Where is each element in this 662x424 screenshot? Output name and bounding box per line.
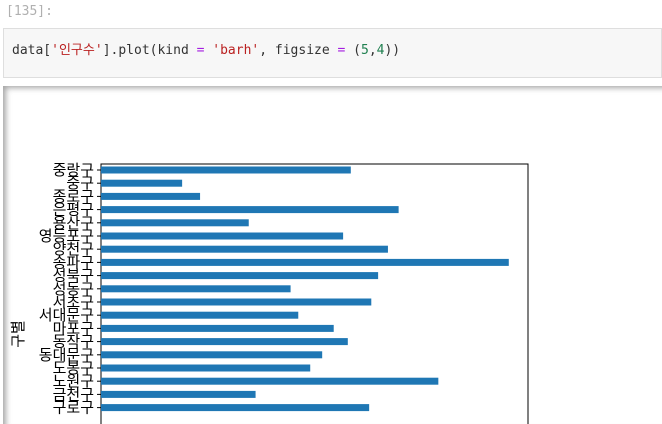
code-line[interactable]: data['인구수'].plot(kind = 'barh', figsize … [12, 39, 400, 58]
bar [101, 311, 299, 319]
y-axis-label: 구별 [9, 320, 27, 348]
bar [101, 232, 344, 240]
code-token: data[ [12, 43, 52, 58]
bar [101, 245, 388, 253]
barh-chart: 중랑구중구종로구은평구용산구영등포구양천구송파구성북구성동구서초구서대문구마포구… [9, 161, 529, 424]
y-tick-label: 구로구 [53, 399, 94, 417]
bar [101, 166, 351, 174]
code-token: ].plot(kind [102, 43, 197, 58]
plot-frame [100, 163, 529, 424]
code-string-token: '인구수' [51, 43, 103, 58]
bar [101, 219, 249, 227]
code-token: ( [345, 43, 361, 58]
bar [101, 324, 334, 332]
code-token: )) [384, 43, 401, 58]
y-tick-labels-group: 중랑구중구종로구은평구용산구영등포구양천구송파구성북구성동구서초구서대문구마포구… [39, 161, 94, 417]
bar [101, 351, 323, 359]
bar [101, 272, 379, 280]
bar [101, 179, 183, 187]
bar [101, 377, 439, 385]
cell-output-area: 중랑구 중구 종로구 은평구 용산구 영등포구 양천구 송파구 성북구 성동구 서초구 서대문구 마포구… [3, 86, 662, 424]
bar [101, 206, 399, 214]
code-token: , figsize [259, 43, 338, 58]
cell-prompt: [135]: [6, 4, 53, 19]
code-input-cell[interactable]: data['인구수'].plot(kind = 'barh', figsize … [3, 28, 662, 78]
code-number-token: 5 [361, 43, 369, 58]
code-string-token: 'barh' [212, 43, 260, 58]
y-ticks-group [97, 169, 101, 409]
bar [101, 192, 201, 200]
bar [101, 404, 370, 412]
bar [101, 364, 311, 372]
bar [101, 298, 372, 306]
bar [101, 285, 291, 293]
bar [101, 390, 256, 398]
bar [101, 258, 509, 266]
bar [101, 338, 348, 346]
code-token: , [368, 43, 377, 58]
bars-group [101, 166, 509, 412]
